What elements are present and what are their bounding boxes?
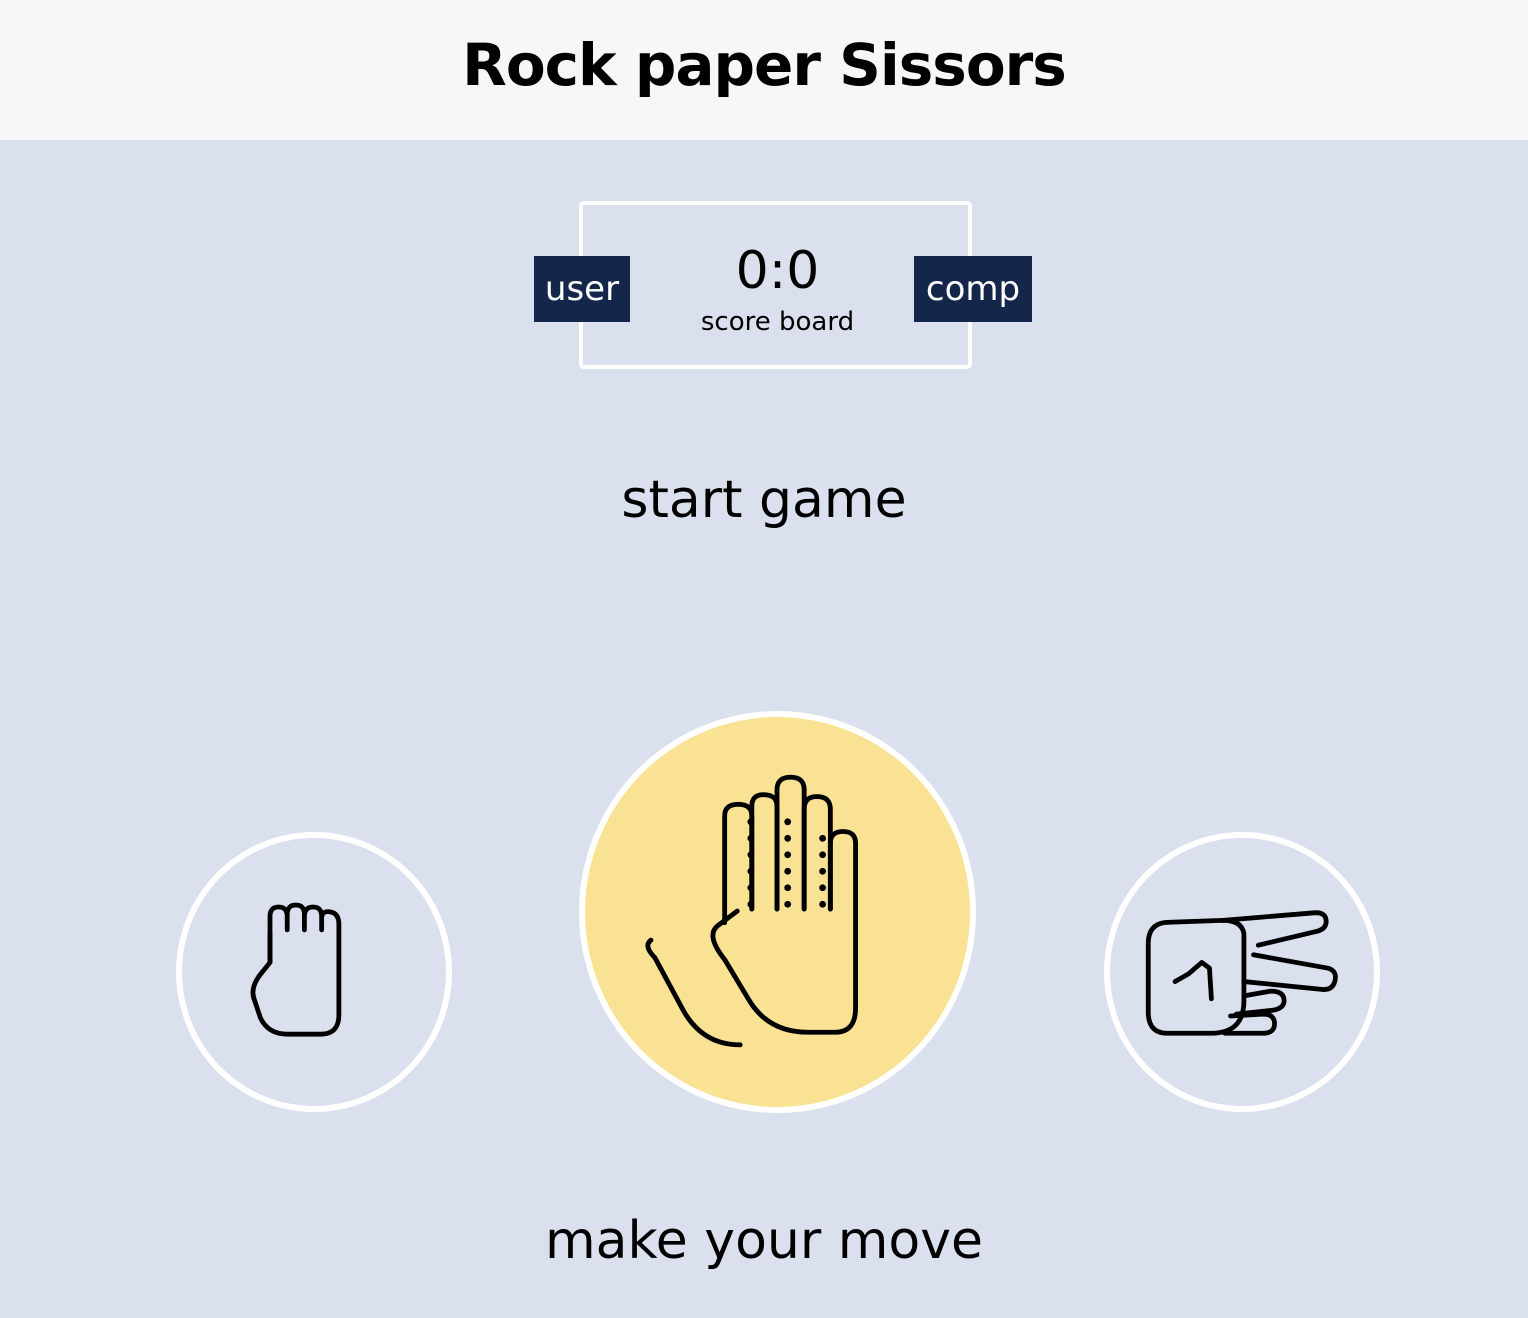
scissors-hand-icon xyxy=(1145,910,1338,1036)
page-title: Rock paper Sissors xyxy=(462,31,1067,99)
result-message: start game xyxy=(621,470,907,530)
fist-icon xyxy=(250,902,342,1037)
rock-choice-button[interactable] xyxy=(176,832,452,1112)
score-board-caption: score board xyxy=(700,307,855,337)
header: Rock paper Sissors xyxy=(0,0,1528,140)
score-value: 0:0 xyxy=(735,241,820,301)
open-hand-icon xyxy=(645,774,858,1048)
action-message: make your move xyxy=(545,1211,983,1271)
paper-choice-button[interactable] xyxy=(579,711,976,1113)
scissors-choice-button[interactable] xyxy=(1104,832,1380,1112)
